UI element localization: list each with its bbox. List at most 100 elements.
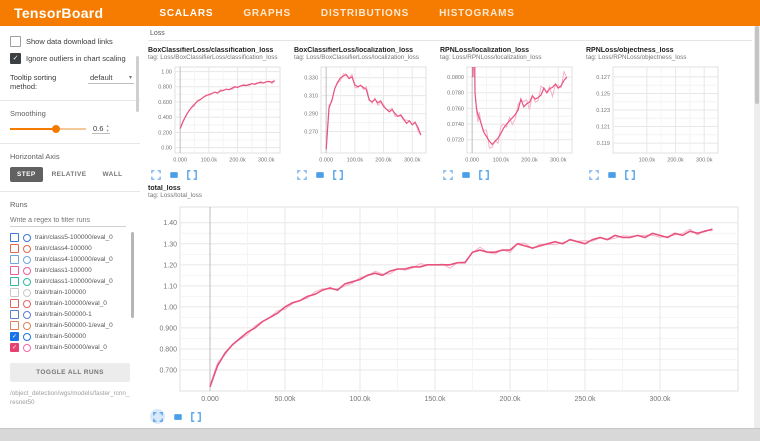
run-checkbox[interactable]: [10, 244, 19, 253]
run-row[interactable]: train/train-100000: [10, 287, 134, 298]
chart-canvas[interactable]: 0.1190.1210.1230.1250.127100.0k200.0k300…: [586, 63, 723, 167]
run-color-icon[interactable]: [23, 278, 31, 286]
run-row[interactable]: train/class5-100000/eval_0: [10, 232, 134, 243]
run-checkbox[interactable]: [10, 299, 19, 308]
run-row[interactable]: train/class1-100000: [10, 265, 134, 276]
run-checkbox[interactable]: [10, 255, 19, 264]
chart-canvas[interactable]: 0.7000.8000.9001.001.101.201.301.400.000…: [148, 201, 748, 407]
svg-text:1.10: 1.10: [163, 283, 177, 290]
run-checkbox[interactable]: [10, 332, 19, 341]
run-color-icon[interactable]: [23, 245, 31, 253]
run-checkbox[interactable]: [10, 288, 19, 297]
fit-domain-icon[interactable]: [478, 169, 489, 180]
expand-chart-icon[interactable]: [150, 409, 165, 424]
run-color-icon[interactable]: [23, 267, 31, 275]
slider-thumb[interactable]: [52, 125, 60, 133]
chart-card-total-loss: total_loss tag: Loss/total_loss 0.7000.8…: [148, 185, 754, 424]
tooltip-sorting-select[interactable]: default ▾: [88, 72, 134, 84]
tab-scalars[interactable]: SCALARS: [159, 8, 213, 19]
axis-relative-button[interactable]: RELATIVE: [45, 167, 94, 182]
runs-filter-input[interactable]: [10, 215, 126, 227]
app-header: TensorBoard SCALARS GRAPHS DISTRIBUTIONS…: [0, 0, 760, 26]
ignore-outliers-checkbox[interactable]: [10, 53, 21, 64]
run-color-icon[interactable]: [23, 256, 31, 264]
tab-distributions[interactable]: DISTRIBUTIONS: [321, 8, 409, 19]
show-download-links-row[interactable]: Show data download links: [10, 36, 134, 47]
svg-text:100.0k: 100.0k: [201, 158, 218, 164]
ignore-outliers-row[interactable]: Ignore outliers in chart scaling: [10, 53, 134, 64]
show-download-links-checkbox[interactable]: [10, 36, 21, 47]
toggle-size-icon[interactable]: [460, 169, 471, 180]
chart-toolbar: [440, 169, 577, 180]
svg-text:1.00: 1.00: [161, 69, 172, 75]
toggle-size-icon[interactable]: [172, 411, 183, 422]
divider: [0, 143, 140, 144]
run-color-icon[interactable]: [23, 300, 31, 308]
toggle-size-icon[interactable]: [606, 169, 617, 180]
svg-text:1.40: 1.40: [163, 220, 177, 227]
run-checkbox[interactable]: [10, 266, 19, 275]
run-checkbox[interactable]: [10, 321, 19, 330]
expand-chart-icon[interactable]: [296, 169, 307, 180]
scrollbar-thumb[interactable]: [755, 26, 759, 104]
run-row[interactable]: train/class4-100000: [10, 243, 134, 254]
run-row[interactable]: train/class4-100000/eval_0: [10, 254, 134, 265]
chart-tag: tag: Loss/BoxClassifierLoss/classificati…: [148, 54, 285, 61]
toggle-size-icon[interactable]: [314, 169, 325, 180]
page-background: [0, 428, 760, 441]
svg-text:100.0k: 100.0k: [639, 158, 656, 164]
toggle-all-runs-button[interactable]: TOGGLE ALL RUNS: [10, 363, 130, 382]
svg-text:0.000: 0.000: [173, 158, 187, 164]
run-row[interactable]: train/train-500000: [10, 331, 134, 342]
run-row[interactable]: train/train-500000-1/eval_0: [10, 320, 134, 331]
app-logo: TensorBoard: [14, 5, 103, 21]
run-color-icon[interactable]: [23, 289, 31, 297]
run-color-icon[interactable]: [23, 322, 31, 330]
toggle-size-icon[interactable]: [168, 169, 179, 180]
run-row[interactable]: train/train-500000/eval_0: [10, 342, 134, 353]
run-row[interactable]: train/class1-100000/eval_0: [10, 276, 134, 287]
loss-group-header[interactable]: Loss: [148, 29, 752, 41]
number-spinner-icon[interactable]: ▴▾: [106, 124, 108, 133]
tab-histograms[interactable]: HISTOGRAMS: [439, 8, 515, 19]
smoothing-value-input[interactable]: 0.6 ▴▾: [92, 124, 110, 134]
run-color-icon[interactable]: [23, 311, 31, 319]
chart-canvas[interactable]: 0.07200.07400.07600.07800.08000.000100.0…: [440, 63, 577, 167]
run-checkbox[interactable]: [10, 310, 19, 319]
expand-chart-icon[interactable]: [442, 169, 453, 180]
run-color-icon[interactable]: [23, 344, 31, 352]
fit-domain-icon[interactable]: [624, 169, 635, 180]
run-checkbox[interactable]: [10, 233, 19, 242]
run-row[interactable]: train/train-100000/eval_0: [10, 298, 134, 309]
smoothing-slider[interactable]: [10, 124, 86, 134]
expand-chart-icon[interactable]: [588, 169, 599, 180]
run-color-icon[interactable]: [23, 333, 31, 341]
sidebar-scrollbar[interactable]: [136, 56, 139, 112]
tab-graphs[interactable]: GRAPHS: [243, 8, 291, 19]
run-checkbox[interactable]: [10, 343, 19, 352]
fit-domain-icon[interactable]: [332, 169, 343, 180]
run-label: train/class1-100000: [35, 267, 92, 274]
svg-text:200.0k: 200.0k: [667, 158, 684, 164]
chart-canvas[interactable]: 0.000.2000.4000.6000.8001.000.000100.0k2…: [148, 63, 285, 167]
fit-domain-icon[interactable]: [186, 169, 197, 180]
svg-text:200.0k: 200.0k: [521, 158, 538, 164]
run-color-icon[interactable]: [23, 234, 31, 242]
svg-text:0.0740: 0.0740: [447, 122, 464, 128]
axis-step-button[interactable]: STEP: [10, 167, 43, 182]
fit-domain-icon[interactable]: [190, 411, 201, 422]
main-scrollbar[interactable]: [754, 26, 760, 428]
run-label: train/class5-100000/eval_0: [35, 234, 113, 241]
axis-wall-button[interactable]: WALL: [95, 167, 129, 182]
run-label: train/train-500000-1: [35, 311, 92, 318]
runs-list-scrollbar[interactable]: [131, 232, 134, 318]
runs-list: train/class5-100000/eval_0 train/class4-…: [10, 232, 134, 356]
svg-text:0.600: 0.600: [158, 100, 172, 106]
expand-chart-icon[interactable]: [150, 169, 161, 180]
chart-canvas[interactable]: 0.2700.2900.3100.3300.000100.0k200.0k300…: [294, 63, 431, 167]
svg-text:0.000: 0.000: [201, 396, 219, 403]
chart-card-rpn-objectness-loss: RPNLoss/objectness_loss tag: Loss/RPNLos…: [586, 47, 723, 180]
run-row[interactable]: train/train-500000-1: [10, 309, 134, 320]
run-checkbox[interactable]: [10, 277, 19, 286]
svg-text:0.310: 0.310: [304, 94, 318, 100]
